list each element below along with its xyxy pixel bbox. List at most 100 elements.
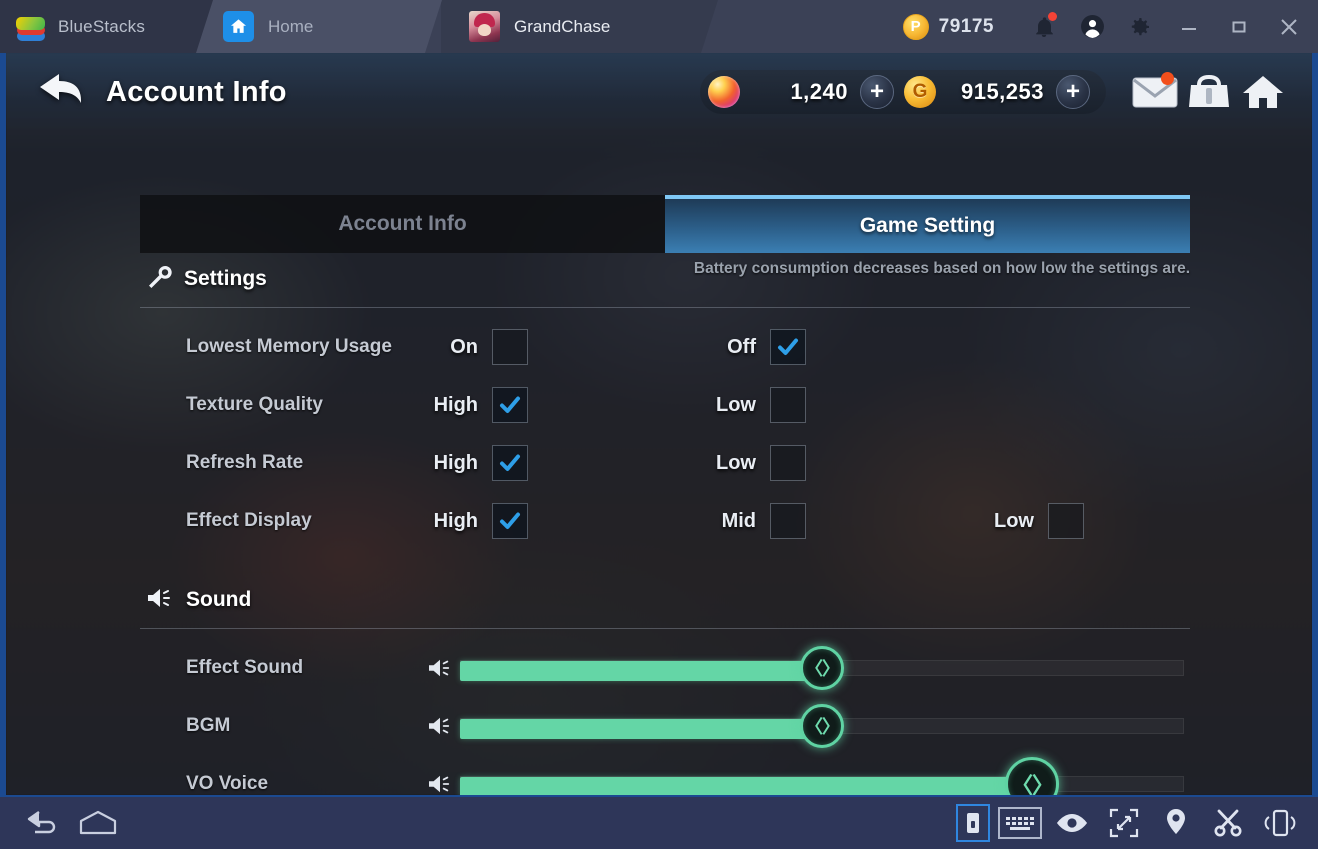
- minimize-button[interactable]: [1164, 0, 1214, 53]
- tab-game-setting[interactable]: Game Setting: [665, 195, 1190, 253]
- speaker-icon: [146, 586, 174, 615]
- speaker-icon: [420, 773, 460, 795]
- tab-account-info[interactable]: Account Info: [140, 195, 665, 253]
- game-controls-icon[interactable]: [956, 804, 990, 842]
- window-tab-grandchase-label: GrandChase: [514, 16, 611, 36]
- slider-fill: [460, 777, 1032, 795]
- option-label: High: [433, 393, 478, 416]
- option-high[interactable]: High: [400, 503, 528, 539]
- option-off[interactable]: Off: [678, 329, 806, 365]
- window-tab-home-label: Home: [268, 16, 314, 36]
- keyboard-icon[interactable]: [998, 807, 1042, 839]
- sound-label: Effect Sound: [186, 657, 304, 678]
- slider-handle[interactable]: 〈〉: [800, 646, 844, 690]
- scissors-icon[interactable]: [1206, 803, 1250, 843]
- gold-icon: G: [904, 76, 936, 108]
- bluestacks-brand-label: BlueStacks: [58, 16, 146, 36]
- points-coin-icon: P: [902, 13, 929, 40]
- game-setting-panel: Settings Battery consumption decreases b…: [140, 253, 1190, 795]
- slider-handle[interactable]: 〈〉: [1004, 757, 1059, 795]
- settings-section-header: Settings Battery consumption decreases b…: [140, 253, 1190, 305]
- home-icon[interactable]: [1236, 66, 1290, 118]
- checkbox-high[interactable]: [492, 445, 528, 481]
- option-low[interactable]: Low: [678, 445, 806, 481]
- maximize-button[interactable]: [1214, 0, 1264, 53]
- window-tab-grandchase[interactable]: GrandChase: [441, 0, 718, 53]
- bluestacks-bottom-toolbar: [0, 795, 1318, 849]
- setting-label: Effect Display: [186, 510, 312, 532]
- add-gold-button[interactable]: +: [1056, 75, 1090, 109]
- slider-effect-sound[interactable]: 〈〉: [460, 646, 1184, 690]
- sound-label: VO Voice: [186, 773, 269, 794]
- option-low[interactable]: Low: [956, 503, 1084, 539]
- settings-button[interactable]: [1116, 0, 1164, 53]
- notification-badge: [1048, 12, 1057, 21]
- sound-label: BGM: [186, 715, 231, 736]
- option-on[interactable]: On: [400, 329, 528, 365]
- speaker-icon: [420, 715, 460, 737]
- option-label: High: [433, 451, 478, 474]
- account-button[interactable]: [1068, 0, 1116, 53]
- option-label: Off: [727, 335, 756, 358]
- bottom-toolbar-left: [0, 803, 120, 843]
- checkbox-mid[interactable]: [770, 503, 806, 539]
- checkbox-high[interactable]: [492, 503, 528, 539]
- option-high[interactable]: High: [400, 445, 528, 481]
- titlebar-controls: P 79175: [902, 0, 1318, 53]
- checkbox-low[interactable]: [1048, 503, 1084, 539]
- gem-icon: [708, 76, 740, 108]
- bluestacks-window: BlueStacks Home GrandChase P 79175 Accou…: [0, 0, 1318, 849]
- sound-section-title: Sound: [186, 588, 252, 611]
- slider-fill: [460, 661, 822, 681]
- slider-handle[interactable]: 〈〉: [800, 704, 844, 748]
- checkbox-off[interactable]: [770, 329, 806, 365]
- setting-row-texture-quality: Texture Quality High Low: [140, 376, 1190, 434]
- game-header: Account Info 1,240 + G 915,253 +: [6, 53, 1312, 131]
- slider-vo-voice[interactable]: 〈〉: [460, 757, 1184, 795]
- option-label: Low: [994, 509, 1034, 532]
- currency-gold: G 915,253 +: [904, 75, 1100, 109]
- setting-row-effect-display: Effect Display High Mid Low: [140, 492, 1190, 550]
- slider-fill: [460, 719, 822, 739]
- notifications-button[interactable]: [1020, 0, 1068, 53]
- option-label: Low: [716, 451, 756, 474]
- option-high[interactable]: High: [400, 387, 528, 423]
- home-icon[interactable]: [76, 803, 120, 843]
- window-tab-home[interactable]: Home: [195, 0, 442, 53]
- option-mid[interactable]: Mid: [678, 503, 806, 539]
- checkbox-low[interactable]: [770, 387, 806, 423]
- mail-icon[interactable]: [1128, 66, 1182, 118]
- sound-section-header: Sound: [140, 574, 1190, 626]
- settings-rows: Lowest Memory Usage On Off Texture Quali…: [140, 308, 1190, 550]
- checkbox-high[interactable]: [492, 387, 528, 423]
- sound-row-bgm: BGM 〈〉: [140, 697, 1190, 755]
- back-arrow-icon[interactable]: [36, 69, 92, 116]
- inventory-icon[interactable]: [1182, 66, 1236, 118]
- bluestacks-brand: BlueStacks: [0, 0, 213, 53]
- checkbox-low[interactable]: [770, 445, 806, 481]
- fullscreen-icon[interactable]: [1102, 803, 1146, 843]
- setting-label: Texture Quality: [186, 394, 323, 416]
- checkbox-on[interactable]: [492, 329, 528, 365]
- setting-row-refresh-rate: Refresh Rate High Low: [140, 434, 1190, 492]
- close-button[interactable]: [1264, 0, 1314, 53]
- shake-phone-icon[interactable]: [1258, 803, 1302, 843]
- emulator-viewport: Account Info 1,240 + G 915,253 + Account…: [0, 53, 1318, 795]
- settings-tabs: Account Info Game Setting: [140, 195, 1190, 253]
- mail-badge: [1161, 72, 1174, 85]
- option-low[interactable]: Low: [678, 387, 806, 423]
- location-pin-icon[interactable]: [1154, 803, 1198, 843]
- points-display[interactable]: P 79175: [902, 13, 994, 40]
- sound-rows: Effect Sound 〈〉 BGM 〈〉 VO Voice 〈〉: [140, 629, 1190, 795]
- page-title: Account Info: [106, 75, 287, 108]
- grandchase-avatar: [469, 11, 500, 42]
- sound-row-vo-voice: VO Voice 〈〉: [140, 755, 1190, 795]
- add-gem-button[interactable]: +: [860, 75, 894, 109]
- eye-icon[interactable]: [1050, 803, 1094, 843]
- gold-value: 915,253: [960, 79, 1044, 104]
- points-value: 79175: [938, 15, 994, 37]
- back-icon[interactable]: [22, 803, 66, 843]
- home-icon: [223, 11, 254, 42]
- slider-bgm[interactable]: 〈〉: [460, 704, 1184, 748]
- setting-label: Lowest Memory Usage: [186, 336, 392, 358]
